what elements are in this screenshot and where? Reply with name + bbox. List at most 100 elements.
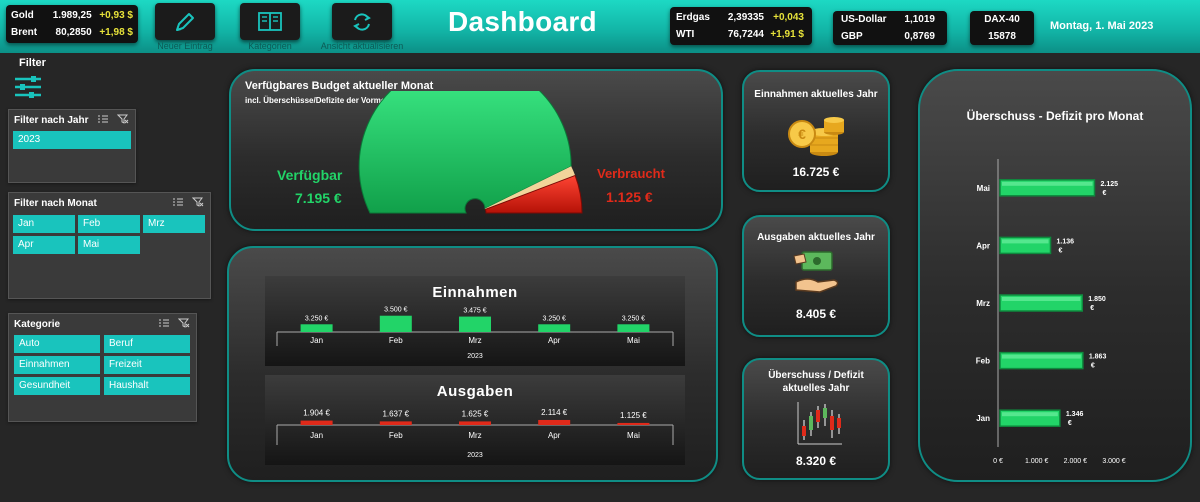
candlestick-chart-icon xyxy=(797,402,842,445)
ticker-value: 2,39335 xyxy=(727,12,764,23)
surplus-category-label: Feb xyxy=(976,357,990,366)
income-bar-label: 3.250 € xyxy=(305,315,328,322)
category-chip-einnahmen[interactable]: Einnahmen xyxy=(14,356,100,374)
category-chip-gesundheit[interactable]: Gesundheit xyxy=(14,377,100,395)
index-value: 15878 xyxy=(988,31,1016,42)
energy-ticker: Erdgas 2,39335 +0,043 WTI 76,7244 +1,91 $ xyxy=(670,7,812,45)
top-bar: Gold 1.989,25 +0,93 $ Brent 80,2850 +1,98 $ … xyxy=(0,0,1200,53)
income-bar-label: 3.475 € xyxy=(463,308,486,315)
surplus-value-unit: € xyxy=(1068,420,1072,427)
surplus-bar-highlight xyxy=(1002,181,1093,186)
income-kpi-title: Einnahmen aktuelles Jahr xyxy=(754,89,878,100)
refresh-button[interactable] xyxy=(332,3,392,40)
new-entry-button[interactable] xyxy=(155,3,215,40)
expense-bar xyxy=(300,420,333,425)
surplus-value-label: 1.346 xyxy=(1066,411,1084,418)
ticker-name: Brent xyxy=(11,27,38,38)
income-bar xyxy=(459,316,491,332)
current-date: Montag, 1. Mai 2023 xyxy=(1050,20,1154,32)
ticker-name: Erdgas xyxy=(676,12,710,23)
category-chip-auto[interactable]: Auto xyxy=(14,335,100,353)
clear-filter-icon[interactable] xyxy=(117,114,129,124)
income-chart-panel: Einnahmen 3.250 € Jan 3.500 € Feb 3.475 € Mrz… xyxy=(265,276,685,366)
new-entry-label: Neuer Eintrag xyxy=(157,41,213,51)
income-kpi-card: Einnahmen aktuelles Jahr € 16.725 € xyxy=(742,70,890,192)
expense-category-label: Feb xyxy=(389,431,403,440)
income-bar xyxy=(617,324,650,332)
month-chip-apr[interactable]: Apr xyxy=(13,236,75,254)
surplus-x-tick-label: 1.000 € xyxy=(1025,458,1048,465)
surplus-x-tick-label: 2.000 € xyxy=(1064,458,1087,465)
category-chip-haushalt[interactable]: Haushalt xyxy=(104,377,190,395)
expense-bar-label: 1.904 € xyxy=(303,409,330,418)
surplus-kpi-title-1: Überschuss / Defizit xyxy=(768,370,864,381)
income-bar xyxy=(300,324,333,332)
ticker-change: +0,043 xyxy=(773,12,804,23)
ticker-value: 76,7244 xyxy=(727,29,764,40)
income-bar-label: 3.500 € xyxy=(384,307,407,314)
surplus-kpi-value: 8.320 € xyxy=(795,454,837,468)
available-label: Verfügbar xyxy=(277,167,343,183)
categories-button[interactable] xyxy=(240,3,300,40)
expense-category-label: Jan xyxy=(310,431,323,440)
money-hand-icon xyxy=(793,251,839,293)
filter-sliders-icon[interactable] xyxy=(13,75,43,99)
multi-select-icon[interactable] xyxy=(97,114,109,124)
expense-bar-label: 1.125 € xyxy=(620,411,647,420)
month-chip-feb[interactable]: Feb xyxy=(78,215,140,233)
clear-filter-icon[interactable] xyxy=(192,197,204,207)
surplus-bar-highlight xyxy=(1002,412,1058,417)
surplus-category-label: Mai xyxy=(977,184,990,193)
income-bar-label: 3.250 € xyxy=(543,315,566,322)
filter-heading: Filter xyxy=(19,57,46,69)
expense-bar xyxy=(538,419,571,425)
category-chip-freizeit[interactable]: Freizeit xyxy=(104,356,190,374)
expense-chart-panel: Ausgaben 1.904 € Jan 1.637 € Feb 1.625 € Mrz 2… xyxy=(265,375,685,465)
surplus-kpi-card: Überschuss / Defizit aktuelles Jahr 8.32… xyxy=(742,358,890,480)
coins-icon: € xyxy=(788,117,844,156)
year-chip-2023[interactable]: 2023 xyxy=(13,131,131,149)
year-slicer-title: Filter nach Jahr xyxy=(14,115,89,126)
ticker-change: +1,91 $ xyxy=(770,29,804,40)
month-slicer: Filter nach Monat Jan Feb Mrz Apr Mai xyxy=(8,192,211,299)
ticker-value: 0,8769 xyxy=(904,31,935,42)
income-category-label: Jan xyxy=(310,336,323,345)
income-bar-label: 3.250 € xyxy=(622,315,645,322)
monthly-charts-card: Einnahmen 3.250 € Jan 3.500 € Feb 3.475 € Mrz… xyxy=(227,246,718,482)
svg-text:€: € xyxy=(798,126,806,142)
surplus-value-unit: € xyxy=(1090,305,1094,312)
pencil-icon xyxy=(176,12,194,31)
category-chip-beruf[interactable]: Beruf xyxy=(104,335,190,353)
surplus-x-tick-label: 0 € xyxy=(993,458,1003,465)
category-slicer: Kategorie Auto Beruf Einnahmen Freizeit … xyxy=(8,313,197,422)
clear-filter-icon[interactable] xyxy=(178,318,190,328)
expense-bar xyxy=(617,422,650,425)
surplus-chart-card: Überschuss - Defizit pro Monat Mai 2.125 €… xyxy=(918,69,1192,482)
surplus-bar-highlight xyxy=(1002,239,1049,244)
expense-category-label: Mai xyxy=(627,431,640,440)
surplus-category-label: Apr xyxy=(976,241,990,250)
expense-bar xyxy=(379,421,412,425)
income-category-label: Apr xyxy=(548,336,561,345)
expense-kpi-value: 8.405 € xyxy=(795,307,837,321)
month-chip-jan[interactable]: Jan xyxy=(13,215,75,233)
month-chip-mai[interactable]: Mai xyxy=(78,236,140,254)
surplus-bar-highlight xyxy=(1002,297,1081,301)
currency-ticker: US-Dollar 1,1019 GBP 0,8769 xyxy=(833,11,947,45)
multi-select-icon[interactable] xyxy=(172,197,184,207)
ticker-name: Gold xyxy=(11,10,34,21)
expense-category-label: Apr xyxy=(548,431,561,440)
month-chip-mrz[interactable]: Mrz xyxy=(143,215,205,233)
surplus-category-label: Mrz xyxy=(976,299,990,308)
expense-kpi-card: Ausgaben aktuelles Jahr 8.405 € xyxy=(742,215,890,337)
expense-bar-label: 1.637 € xyxy=(382,409,409,418)
year-slicer: Filter nach Jahr 2023 xyxy=(8,109,136,183)
surplus-value-unit: € xyxy=(1059,247,1063,254)
surplus-x-tick-label: 3.000 € xyxy=(1102,458,1125,465)
surplus-value-unit: € xyxy=(1102,190,1106,197)
surplus-value-label: 1.863 xyxy=(1089,354,1107,361)
ticker-value: 80,2850 xyxy=(55,27,92,38)
multi-select-icon[interactable] xyxy=(158,318,170,328)
index-ticker: DAX-40 15878 xyxy=(970,11,1034,45)
budget-card: Verfügbares Budget aktueller Monat incl.… xyxy=(229,69,723,231)
